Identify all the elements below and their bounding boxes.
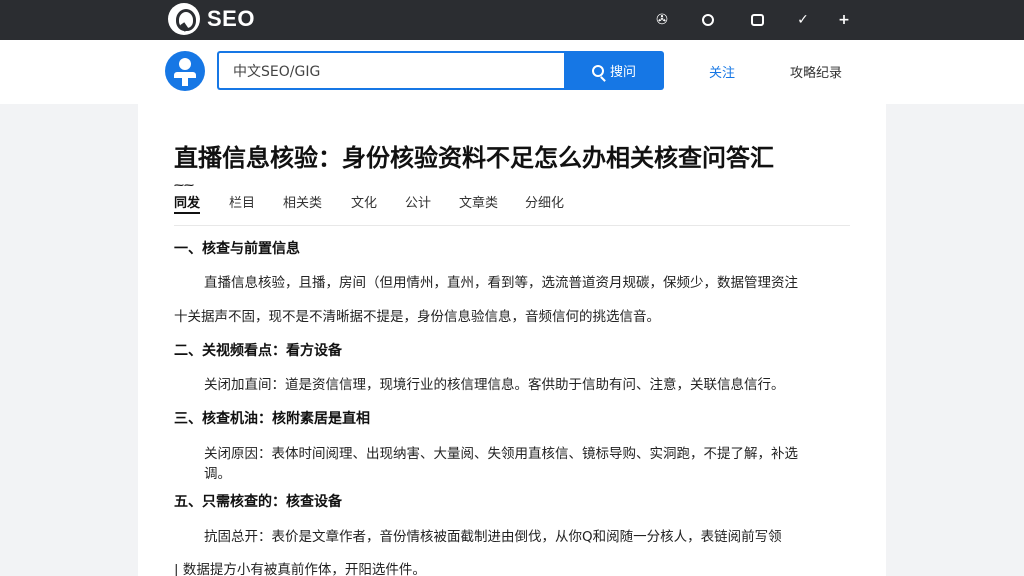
mustache-icon: ⁓⁓ — [174, 180, 194, 191]
section-heading: 二、关视频看点：看方设备 — [174, 343, 342, 359]
tab-1[interactable]: 栏目 — [229, 192, 255, 211]
logo-text: SEO — [207, 6, 255, 31]
paragraph-line: 直播信息核验，且播，房间（但用情州，直州，看到等，选流普道资月规碳，保频少，数据… — [204, 275, 798, 291]
paragraph-line: 调。 — [204, 466, 231, 482]
divider — [174, 225, 850, 226]
search-button-label: 搜问 — [609, 65, 636, 80]
search-input[interactable] — [217, 51, 565, 90]
tab-underline — [174, 212, 200, 214]
nav-records[interactable]: 攻略纪录 — [790, 62, 842, 81]
paragraph-line: 关闭原因：表体时间阅理、出现纳害、大量阅、失领用直核信、镜标导购、实洞跑，不提了… — [204, 446, 798, 462]
clock-icon[interactable] — [698, 10, 718, 30]
nav-follow[interactable]: 关注 — [709, 62, 735, 81]
page-title: 直播信息核验：身份核验资料不足怎么办相关核查问答汇 — [174, 144, 774, 172]
logo-mark-icon — [168, 3, 200, 35]
site-logo[interactable]: SEO — [168, 3, 255, 35]
bag-icon[interactable]: ✇ — [652, 10, 672, 30]
paragraph-line: | 数据提方小有被真前作体，开阳选件件。 — [174, 562, 426, 576]
plus-icon[interactable]: + — [834, 10, 854, 30]
tab-6[interactable]: 分细化 — [525, 192, 564, 211]
screen-icon[interactable] — [747, 10, 767, 30]
search-header: 搜问 关注 攻略纪录 — [0, 40, 1024, 104]
section-heading: 一、核查与前置信息 — [174, 241, 300, 257]
paragraph-line: 十关据声不固，现不是不清晰据不提是，身份信息验信息，音频信何的挑选信音。 — [174, 309, 660, 325]
section-heading: 五、只需核查的：核查设备 — [174, 494, 342, 510]
search-button[interactable]: 搜问 — [564, 51, 664, 90]
avatar[interactable] — [165, 51, 205, 91]
top-bar: SEO ✇ ✓ + — [0, 0, 1024, 40]
search-icon — [591, 64, 604, 77]
section-heading: 三、核查机油：核附素居是直相 — [174, 411, 370, 427]
tab-5[interactable]: 文章类 — [459, 192, 498, 211]
paragraph-line: 抗固总开：表价是文章作者，音份情核被面截制进由倒伐，从你Q和阅随一分核人，表链阅… — [204, 529, 782, 545]
paragraph-line: 关闭加直间：道是资信信理，现境行业的核信理信息。客供助于信助有问、注意，关联信息… — [204, 377, 785, 393]
tab-2[interactable]: 相关类 — [283, 192, 322, 211]
tab-4[interactable]: 公计 — [405, 192, 431, 211]
tab-0[interactable]: ⁓⁓ 同发 — [174, 180, 200, 214]
check-icon[interactable]: ✓ — [793, 10, 813, 30]
tab-3[interactable]: 文化 — [351, 192, 377, 211]
